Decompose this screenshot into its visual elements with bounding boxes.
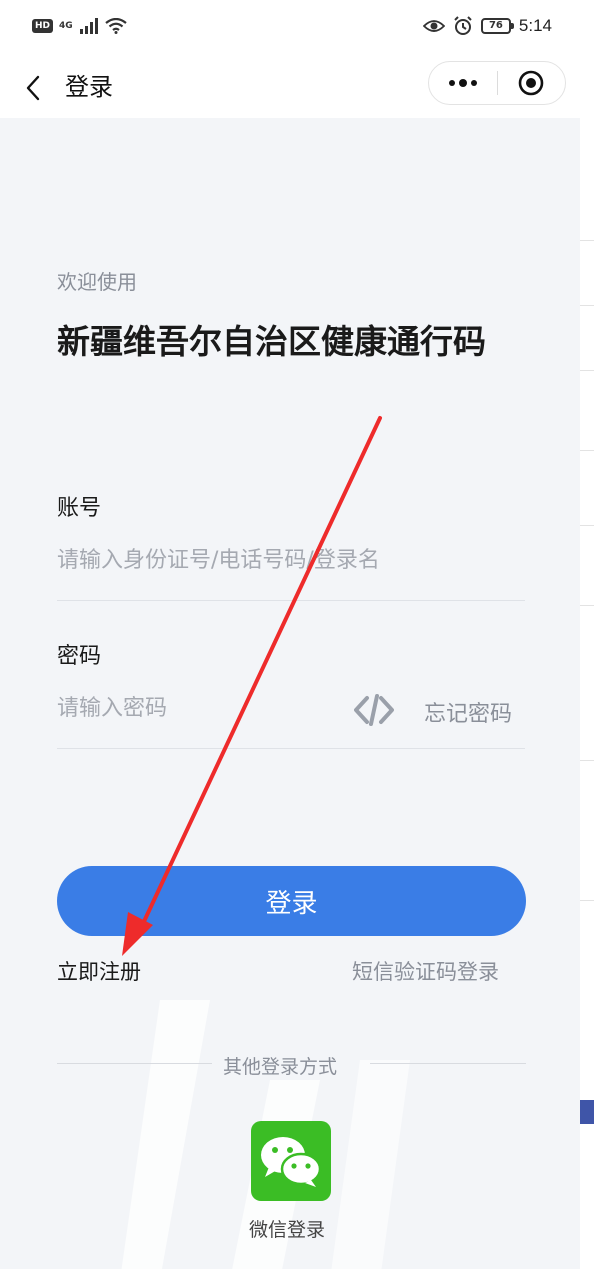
eye-icon — [422, 20, 445, 32]
page-title: 登录 — [65, 73, 113, 101]
more-dots-icon — [448, 79, 477, 87]
network-type: 4G — [59, 21, 73, 31]
other-methods-text: 其他登录方式 — [223, 1056, 338, 1078]
sms-login-link[interactable]: 短信验证码登录 — [352, 956, 499, 986]
miniprogram-page: HD 4G 76 5:14 登录 欢迎使用 新疆维吾尔自治区健康通行码 账号 请… — [0, 0, 580, 1269]
status-bar: HD 4G 76 5:14 — [0, 0, 580, 58]
app-title: 新疆维吾尔自治区健康通行码 — [57, 322, 486, 361]
register-link[interactable]: 立即注册 — [57, 956, 141, 986]
account-underline — [57, 600, 525, 601]
password-visibility-toggle[interactable] — [352, 690, 396, 730]
close-miniprogram-button[interactable] — [498, 62, 566, 104]
status-time: 5:14 — [518, 16, 552, 35]
password-underline — [57, 748, 525, 749]
password-input[interactable] — [57, 688, 337, 728]
chevron-left-icon — [26, 75, 40, 101]
alarm-icon — [454, 16, 472, 35]
login-button[interactable]: 登录 — [57, 866, 526, 936]
signal-icon — [79, 18, 98, 34]
divider-right — [370, 1063, 526, 1064]
back-button[interactable] — [18, 68, 48, 108]
wifi-icon — [104, 18, 127, 34]
welcome-text: 欢迎使用 — [57, 270, 137, 294]
more-button[interactable] — [429, 62, 497, 104]
divider-left — [57, 1063, 212, 1064]
background-app-edge — [580, 0, 594, 1269]
wechat-login-button[interactable] — [251, 1121, 331, 1201]
code-eye-icon — [354, 694, 394, 726]
nav-bar: 登录 — [0, 58, 580, 118]
miniprogram-capsule — [428, 61, 566, 105]
account-input[interactable] — [57, 540, 525, 580]
wechat-icon — [261, 1137, 322, 1187]
target-circle-icon — [518, 70, 544, 96]
account-label: 账号 — [57, 496, 102, 521]
forgot-password-link[interactable]: 忘记密码 — [424, 696, 512, 728]
hd-badge: HD — [32, 19, 54, 33]
wechat-login-label: 微信登录 — [249, 1219, 326, 1241]
password-label: 密码 — [57, 644, 102, 669]
battery-indicator: 76 — [480, 18, 514, 34]
